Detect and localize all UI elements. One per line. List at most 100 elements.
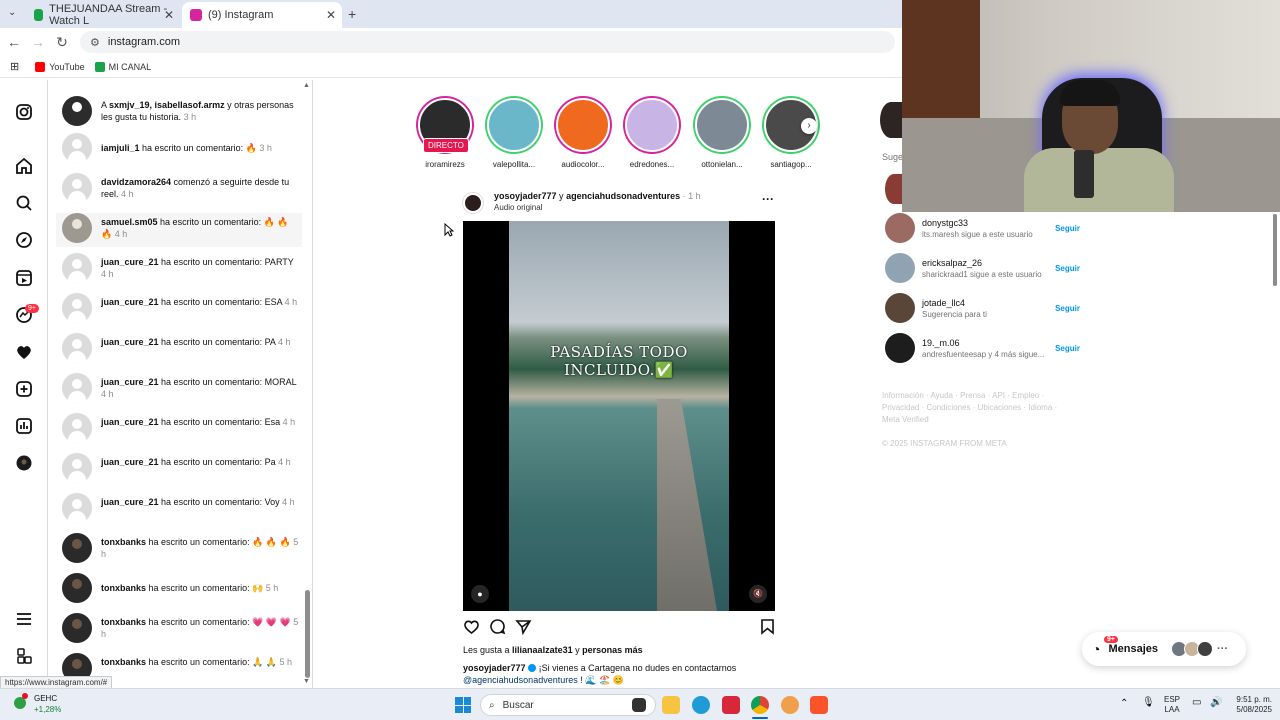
notification-user[interactable]: iamjuli_1 bbox=[101, 143, 140, 153]
create-icon[interactable] bbox=[14, 379, 34, 399]
home-icon[interactable] bbox=[14, 156, 34, 176]
follow-button[interactable]: Seguir bbox=[1055, 264, 1080, 273]
scroll-down-icon[interactable]: ▼ bbox=[303, 678, 310, 685]
notification-item[interactable]: juan_cure_21 ha escrito un comentario: V… bbox=[62, 493, 300, 523]
caption-user[interactable]: yosoyjader777 bbox=[463, 663, 526, 673]
bookmark-youtube[interactable]: YouTube bbox=[35, 61, 85, 72]
menu-icon[interactable] bbox=[14, 609, 34, 629]
explore-icon[interactable] bbox=[14, 230, 34, 250]
file-explorer-icon[interactable] bbox=[662, 696, 680, 714]
notification-item[interactable]: juan_cure_21 ha escrito un comentario: P… bbox=[62, 253, 300, 283]
story-item[interactable]: audiocolor... bbox=[554, 96, 612, 169]
bookmark-mi-canal[interactable]: MI CANAL bbox=[94, 61, 151, 72]
likes-more[interactable]: personas más bbox=[582, 645, 643, 655]
notifications-scroll-thumb[interactable] bbox=[305, 590, 310, 678]
close-tab-icon[interactable]: ✕ bbox=[164, 8, 174, 22]
notification-item[interactable]: samuel.sm05 ha escrito un comentario: 🔥 … bbox=[56, 213, 302, 247]
stock-name[interactable]: GEHC bbox=[34, 694, 57, 703]
notification-user[interactable]: juan_cure_21 bbox=[101, 417, 159, 427]
task-view-icon[interactable] bbox=[632, 698, 646, 712]
notification-user[interactable]: juan_cure_21 bbox=[101, 457, 159, 467]
tab-thejuandaa[interactable]: THEJUANDAA Stream - Watch L ✕ bbox=[26, 2, 180, 28]
notifications-icon[interactable] bbox=[14, 342, 34, 362]
mute-icon[interactable]: 🔇 bbox=[749, 585, 767, 603]
brave-icon[interactable] bbox=[810, 696, 828, 714]
notification-user[interactable]: tonxbanks bbox=[101, 617, 146, 627]
close-tab-icon[interactable]: ✕ bbox=[326, 8, 336, 22]
page-scroll-thumb[interactable] bbox=[1273, 214, 1277, 286]
notification-user[interactable]: samuel.sm05 bbox=[101, 217, 158, 227]
microphone-icon[interactable]: 🎙 bbox=[1142, 697, 1155, 708]
suggestion-item[interactable]: ericksalpaz_26 sharickraad1 sigue a este … bbox=[885, 252, 1080, 284]
notification-item[interactable]: juan_cure_21 ha escrito un comentario: E… bbox=[62, 413, 300, 443]
notification-item[interactable]: tonxbanks ha escrito un comentario: 🙌 5 … bbox=[62, 573, 300, 603]
notification-item[interactable]: A sxmjv_19, isabellasof.armz y otras per… bbox=[62, 96, 300, 126]
notification-user[interactable]: tonxbanks bbox=[101, 657, 146, 667]
messages-button[interactable]: ◔ 9+ Mensajes ··· bbox=[1082, 632, 1246, 666]
new-tab-button[interactable]: + bbox=[348, 6, 356, 22]
notification-user[interactable]: tonxbanks bbox=[101, 537, 146, 547]
notification-user[interactable]: juan_cure_21 bbox=[101, 257, 159, 267]
app-orange-icon[interactable] bbox=[781, 696, 799, 714]
notification-user[interactable]: juan_cure_21 bbox=[101, 337, 159, 347]
page-scrollbar[interactable] bbox=[1270, 212, 1280, 688]
notification-item[interactable]: juan_cure_21 ha escrito un comentario: E… bbox=[62, 293, 300, 323]
notification-item[interactable]: davidzamora264 comenzó a seguirte desde … bbox=[62, 173, 300, 203]
app-red-icon[interactable] bbox=[722, 696, 740, 714]
post-author[interactable]: yosoyjader777 bbox=[494, 191, 557, 201]
caption-mention[interactable]: @agenciahudsonadventures bbox=[463, 675, 578, 685]
instagram-icon[interactable] bbox=[14, 102, 34, 122]
story-item[interactable]: DIRECTO iroramirezs bbox=[416, 96, 474, 169]
meta-icon[interactable] bbox=[14, 646, 34, 666]
profile-icon[interactable] bbox=[14, 453, 34, 473]
network-icon[interactable]: ▭ bbox=[1192, 697, 1201, 708]
notification-user[interactable]: tonxbanks bbox=[101, 583, 146, 593]
save-icon[interactable] bbox=[759, 618, 776, 638]
story-item[interactable]: valepollita... bbox=[485, 96, 543, 169]
notification-user[interactable]: davidzamora264 bbox=[101, 177, 171, 187]
notification-item[interactable]: juan_cure_21 ha escrito un comentario: P… bbox=[62, 333, 300, 363]
stock-change[interactable]: +1,28% bbox=[34, 705, 61, 714]
apps-icon[interactable]: ⊞ bbox=[10, 60, 19, 73]
volume-icon[interactable]: 🔊 bbox=[1210, 697, 1222, 708]
likes-user[interactable]: lilianaalzate31 bbox=[512, 645, 573, 655]
taskbar-search[interactable]: ⌕ Buscar bbox=[480, 694, 656, 716]
post-author-avatar[interactable] bbox=[463, 193, 483, 213]
notification-item[interactable]: juan_cure_21 ha escrito un comentario: P… bbox=[62, 453, 300, 483]
tab-search-icon[interactable]: ⌄ bbox=[8, 7, 16, 18]
follow-button[interactable]: Seguir bbox=[1055, 224, 1080, 233]
language-indicator[interactable]: ESP LAA bbox=[1164, 695, 1180, 715]
reload-icon[interactable]: ↻ bbox=[50, 34, 74, 51]
follow-button[interactable]: Seguir bbox=[1055, 344, 1080, 353]
reels-icon[interactable] bbox=[14, 268, 34, 288]
notification-user[interactable]: sxmjv_19, isabellasof.armz bbox=[109, 100, 225, 110]
tab-instagram[interactable]: (9) Instagram ✕ bbox=[182, 2, 342, 28]
post-video[interactable]: PASADÍAS TODO INCLUIDO.✅ ● 🔇 bbox=[463, 221, 775, 611]
url-field[interactable]: ⚙ instagram.com bbox=[80, 31, 895, 53]
back-icon[interactable]: ← bbox=[2, 34, 26, 50]
chrome-icon[interactable] bbox=[751, 696, 769, 714]
share-icon[interactable] bbox=[515, 618, 532, 638]
notification-item[interactable]: juan_cure_21 ha escrito un comentario: M… bbox=[62, 373, 300, 403]
scroll-up-icon[interactable]: ▲ bbox=[303, 82, 310, 89]
search-icon[interactable] bbox=[14, 193, 34, 213]
dashboard-icon[interactable] bbox=[14, 416, 34, 436]
follow-button[interactable]: Seguir bbox=[1055, 304, 1080, 313]
edge-icon[interactable] bbox=[692, 696, 710, 714]
post-coauthor[interactable]: agenciahudsonadventures bbox=[566, 191, 680, 201]
user-tag-icon[interactable]: ● bbox=[471, 585, 489, 603]
suggestion-item[interactable]: donystgc33 its.maresh sigue a este usuari… bbox=[885, 212, 1080, 244]
story-item[interactable]: edredones... bbox=[623, 96, 681, 169]
notification-item[interactable]: iamjuli_1 ha escrito un comentario: 🔥 3 … bbox=[62, 133, 300, 163]
comment-icon[interactable] bbox=[489, 618, 506, 638]
forward-icon[interactable]: → bbox=[26, 34, 50, 50]
notification-item[interactable]: tonxbanks ha escrito un comentario: 🔥 🔥 … bbox=[62, 533, 300, 563]
like-icon[interactable] bbox=[463, 618, 480, 638]
site-info-icon[interactable]: ⚙ bbox=[90, 36, 100, 49]
story-item[interactable]: ottonielan... bbox=[693, 96, 751, 169]
notification-user[interactable]: juan_cure_21 bbox=[101, 497, 159, 507]
clock[interactable]: 9:51 p. m. 5/08/2025 bbox=[1226, 695, 1272, 715]
post-audio[interactable]: Audio original bbox=[494, 203, 542, 212]
tray-chevron-icon[interactable]: ⌃ bbox=[1120, 698, 1128, 709]
notification-item[interactable]: tonxbanks ha escrito un comentario: 💗 💗 … bbox=[62, 613, 300, 643]
